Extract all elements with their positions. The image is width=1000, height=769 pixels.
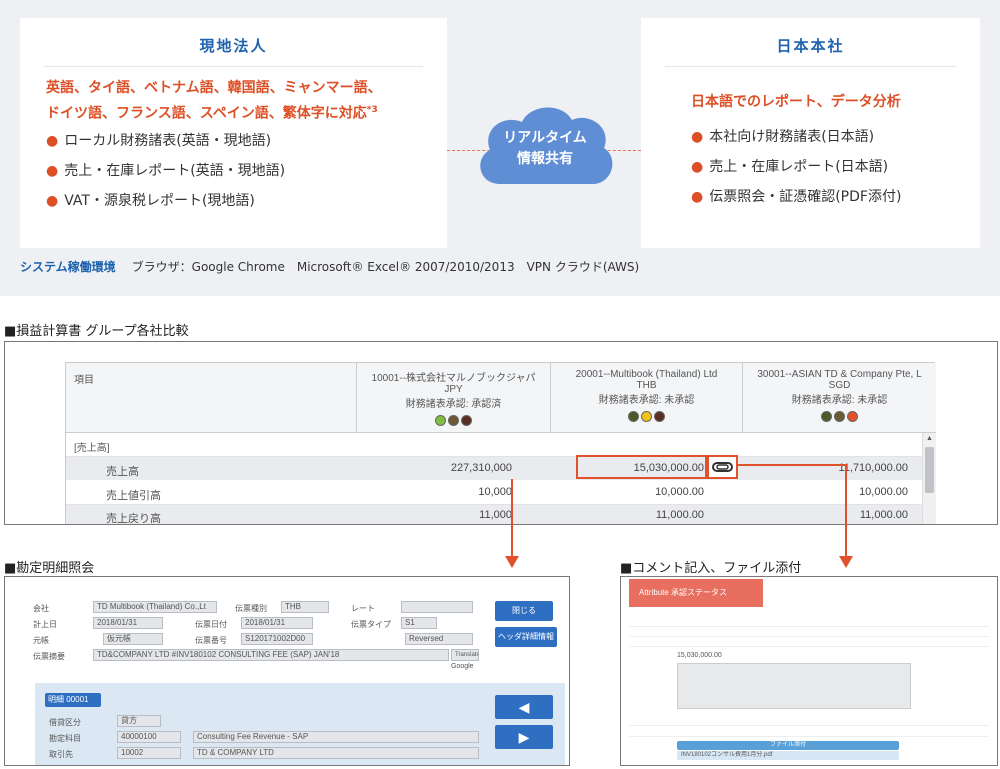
attached-file-link[interactable]: INV180102コンサル費用1月分.pdf	[677, 751, 899, 760]
close-button[interactable]: 閉じる	[495, 601, 553, 621]
system-env: システム稼働環境 ブラウザ：Google Chrome Microsoft® Ex…	[20, 258, 639, 275]
post-date-field[interactable]: 2018/01/31	[93, 617, 163, 629]
traffic-lights	[743, 407, 936, 426]
grid-group-row: [売上高]	[66, 433, 922, 457]
dc-select[interactable]: 貸方	[117, 715, 161, 727]
section-title-pl: ■損益計算書 グループ各社比較	[4, 324, 189, 339]
table-row[interactable]: 売上高 227,310,000 15,030,000.00 11,710,000…	[66, 457, 922, 481]
rate-field[interactable]	[401, 601, 473, 613]
comment-amount: 15,030,000.00	[677, 652, 722, 659]
translate-button[interactable]: Translate	[451, 649, 479, 661]
hq-title: 日本本社	[776, 37, 845, 55]
partner-name-field: TD & COMPANY LTD	[193, 747, 479, 759]
local-headline-1: 英語、タイ語、ベトナム語、韓国語、ミャンマー語、	[46, 80, 382, 96]
detail-panel: 会社 TD Multibook (Thailand) Co.,Lt 伝票種別 T…	[4, 576, 570, 766]
ledger-select[interactable]: 仮元帳	[103, 633, 163, 645]
account-field[interactable]: 40000100	[117, 731, 181, 743]
hq-card: 日本本社 日本語でのレポート、データ分析 ● 本社向け財務諸表(日本語) ● 売上・…	[641, 18, 980, 248]
company-select[interactable]: TD Multibook (Thailand) Co.,Lt	[93, 601, 217, 613]
comment-form-lines	[629, 715, 989, 737]
paperclip-icon[interactable]	[709, 457, 736, 477]
table-row[interactable]: 売上値引高 10,000 10,000.00 10,000.00	[66, 481, 922, 505]
scroll-up-icon[interactable]: ▲	[926, 435, 933, 442]
hq-bullet: ● 売上・在庫レポート(日本語)	[691, 159, 889, 175]
local-bullet: ● ローカル財務諸表(英語・現地語)	[46, 132, 272, 149]
label-doc-type: 伝票種別	[235, 604, 267, 613]
arrow-head-detail	[505, 556, 519, 568]
local-title: 現地法人	[199, 37, 268, 55]
label-memo: 伝票摘要	[33, 652, 65, 661]
system-env-value: ブラウザ：Google Chrome Microsoft® Excel® 200…	[131, 260, 640, 274]
local-headline-2: ドイツ語、フランス語、スペイン語、繁体字に対応*3	[46, 105, 378, 122]
header-detail-button[interactable]: ヘッダ詳細情報	[495, 627, 557, 647]
company-header-2: 20001--Multibook (Thailand) Ltd THB 財務諸表…	[551, 369, 742, 426]
table-row[interactable]: 売上戻り高 11,000 11,000.00 11,000.00	[66, 505, 922, 524]
grid-col-item: 項目	[74, 375, 94, 386]
pl-grid-panel: 項目 10001--株式会社マルノブックジャパ JPY 財務諸表承認: 承認済 …	[4, 341, 998, 525]
comment-header: Attribute 承認ステータス	[629, 579, 763, 607]
google-label: Google	[451, 663, 474, 670]
currency-field[interactable]: THB	[281, 601, 329, 613]
section-title-detail: ■勘定明細照会	[4, 561, 95, 576]
local-bullet: ● VAT・源泉税レポート(現地語)	[46, 192, 255, 209]
partner-field[interactable]: 10002	[117, 747, 181, 759]
traffic-lights	[551, 407, 742, 426]
voucher-type-field[interactable]: S1	[401, 617, 437, 629]
arrow-head-comment	[839, 556, 853, 568]
hq-headline: 日本語でのレポート、データ分析	[691, 94, 901, 110]
label-partner: 取引先	[49, 750, 73, 759]
label-doc-date: 伝票日付	[195, 620, 227, 629]
attach-file-button[interactable]: ファイル添付	[677, 741, 899, 750]
cloud-text: リアルタイム 情報共有	[503, 130, 587, 167]
arrow-right-icon: ▶	[518, 729, 530, 745]
section-title-comment: ■コメント記入、ファイル添付	[620, 561, 802, 576]
memo-field[interactable]: TD&COMPANY LTD #INV180102 CONSULTING FEE…	[93, 649, 449, 661]
scroll-thumb[interactable]	[925, 447, 934, 493]
label-doc-no: 伝票番号	[195, 636, 227, 645]
doc-number-field[interactable]: S120171002D00	[241, 633, 313, 645]
label-dc: 借貸区分	[49, 718, 81, 727]
highlight-attachment-box[interactable]	[707, 455, 738, 479]
prev-button[interactable]: ◀	[495, 695, 553, 719]
label-rate: レート	[351, 604, 375, 613]
highlight-amount-box	[576, 455, 707, 479]
label-date: 計上日	[33, 620, 57, 629]
reversed-select[interactable]: Reversed	[405, 633, 473, 645]
next-button[interactable]: ▶	[495, 725, 553, 749]
page: 現地法人 英語、タイ語、ベトナム語、韓国語、ミャンマー語、 ドイツ語、フランス語…	[0, 0, 1000, 769]
hq-bullet: ● 本社向け財務諸表(日本語)	[691, 129, 875, 145]
comment-panel: Attribute 承認ステータス 15,030,000.00 ファイル添付 I…	[620, 576, 998, 766]
arrow-left-icon: ◀	[518, 699, 530, 715]
traffic-lights	[357, 411, 550, 430]
account-name-field: Consulting Fee Revenue - SAP	[193, 731, 479, 743]
label-ledger: 元帳	[33, 636, 49, 645]
doc-date-field[interactable]: 2018/01/31	[241, 617, 313, 629]
company-header-1: 10001--株式会社マルノブックジャパ JPY 財務諸表承認: 承認済	[357, 369, 550, 430]
comment-textarea[interactable]	[677, 663, 911, 709]
label-company: 会社	[33, 604, 49, 613]
local-card: 現地法人 英語、タイ語、ベトナム語、韓国語、ミャンマー語、 ドイツ語、フランス語…	[20, 18, 447, 248]
line-number-badge: 明細 00001	[45, 693, 101, 707]
grid-scrollbar[interactable]: ▲	[922, 433, 936, 524]
pl-grid: 項目 10001--株式会社マルノブックジャパ JPY 財務諸表承認: 承認済 …	[65, 362, 936, 524]
hq-bullet: ● 伝票照会・証憑確認(PDF添付)	[691, 189, 902, 205]
label-voucher-type: 伝票タイプ	[351, 620, 391, 629]
comment-form-lines	[629, 617, 989, 647]
system-env-label: システム稼働環境	[20, 260, 116, 274]
company-header-3: 30001--ASIAN TD & Company Pte, L SGD 財務諸…	[743, 369, 936, 426]
local-bullet: ● 売上・在庫レポート(英語・現地語)	[46, 162, 286, 179]
label-account: 勘定科目	[49, 734, 81, 743]
